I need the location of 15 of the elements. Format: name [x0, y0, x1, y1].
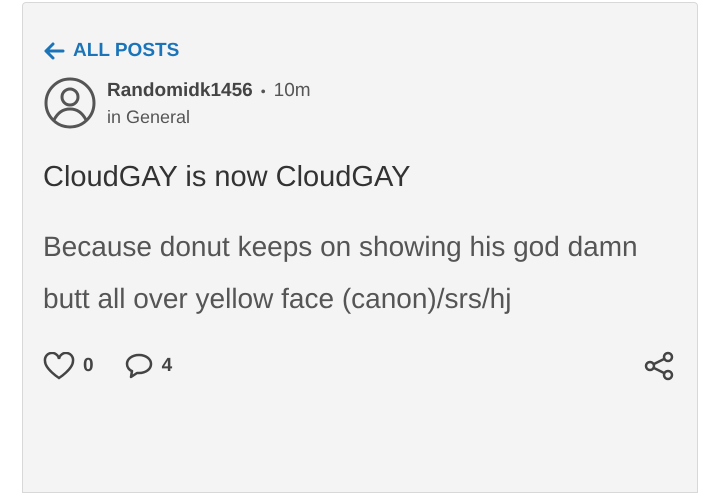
speech-bubble-icon — [124, 352, 154, 380]
arrow-left-icon — [43, 42, 65, 60]
separator-dot: • — [260, 82, 266, 101]
share-icon — [643, 351, 675, 381]
back-link[interactable]: ALL POSTS — [43, 37, 180, 66]
heart-icon — [43, 352, 75, 380]
post-time: 10m — [274, 79, 311, 104]
share-button[interactable] — [643, 351, 675, 381]
author-name[interactable]: Randomidk1456 — [107, 77, 253, 106]
avatar-icon[interactable] — [43, 76, 97, 130]
post-body: Because donut keeps on showing his god damn butt all over yellow face (canon)/srs/hj — [43, 230, 639, 316]
post-category: in General — [107, 106, 192, 128]
post-title: CloudGAY is now CloudGAY — [43, 160, 412, 194]
comment-button[interactable]: 4 — [124, 352, 172, 380]
like-button[interactable]: 0 — [43, 352, 94, 380]
